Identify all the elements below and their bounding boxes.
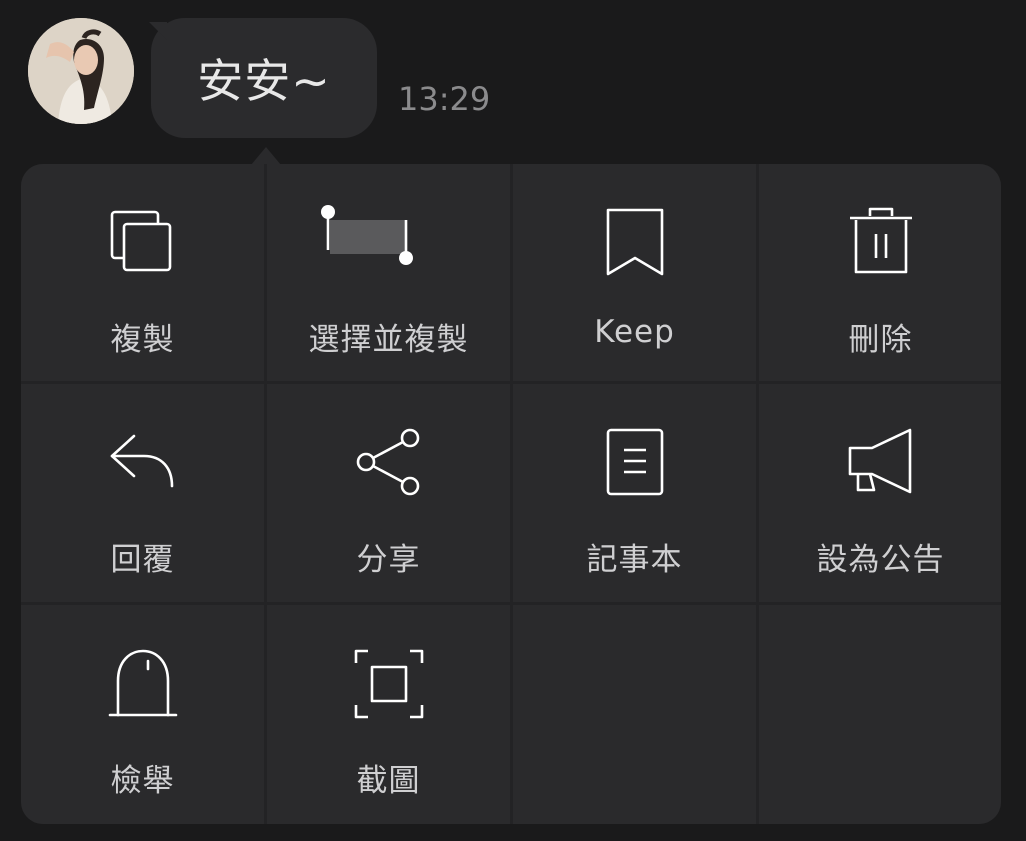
menu-item-label: 刪除 bbox=[848, 322, 913, 358]
menu-item-delete[interactable]: 刪除 bbox=[759, 164, 1001, 381]
report-icon bbox=[106, 647, 180, 721]
menu-empty-slot bbox=[759, 605, 1001, 824]
menu-item-reply[interactable]: 回覆 bbox=[21, 384, 264, 602]
menu-item-label: Keep bbox=[594, 314, 675, 350]
menu-item-label: 選擇並複製 bbox=[308, 322, 469, 358]
chat-screen: 安安~ 13:29 複製 選擇並複製 Keep 刪除 回覆 分享 記事本 設為公… bbox=[0, 0, 1026, 841]
message-timestamp: 13:29 bbox=[398, 80, 491, 118]
bookmark-icon bbox=[598, 206, 672, 280]
menu-item-label: 複製 bbox=[110, 322, 175, 358]
select-text-icon bbox=[320, 205, 426, 280]
trash-icon bbox=[844, 206, 918, 280]
message-bubble[interactable]: 安安~ bbox=[151, 18, 377, 138]
copy-icon bbox=[106, 206, 180, 280]
menu-empty-slot bbox=[513, 605, 756, 824]
menu-item-label: 截圖 bbox=[356, 763, 421, 799]
menu-item-label: 分享 bbox=[356, 542, 421, 578]
menu-pointer bbox=[251, 147, 281, 165]
menu-item-notes[interactable]: 記事本 bbox=[513, 384, 756, 602]
reply-icon bbox=[106, 426, 180, 500]
menu-item-report[interactable]: 檢舉 bbox=[21, 605, 264, 824]
menu-item-share[interactable]: 分享 bbox=[267, 384, 510, 602]
message-context-menu: 複製 選擇並複製 Keep 刪除 回覆 分享 記事本 設為公告 檢舉 截圖 bbox=[21, 164, 1001, 824]
share-icon bbox=[352, 426, 426, 500]
menu-item-screenshot[interactable]: 截圖 bbox=[267, 605, 510, 824]
screenshot-icon bbox=[352, 647, 426, 721]
menu-item-announcement[interactable]: 設為公告 bbox=[759, 384, 1001, 602]
menu-item-keep[interactable]: Keep bbox=[513, 164, 756, 381]
menu-item-select-and-copy[interactable]: 選擇並複製 bbox=[267, 164, 510, 381]
message-text: 安安~ bbox=[197, 54, 331, 108]
avatar-photo bbox=[28, 18, 134, 124]
menu-item-label: 回覆 bbox=[110, 542, 175, 578]
note-icon bbox=[598, 426, 672, 500]
menu-item-label: 設為公告 bbox=[816, 542, 945, 578]
menu-item-label: 檢舉 bbox=[110, 763, 175, 799]
menu-item-label: 記事本 bbox=[586, 542, 683, 578]
avatar[interactable] bbox=[28, 18, 134, 124]
megaphone-icon bbox=[844, 426, 918, 500]
menu-item-copy[interactable]: 複製 bbox=[21, 164, 264, 381]
